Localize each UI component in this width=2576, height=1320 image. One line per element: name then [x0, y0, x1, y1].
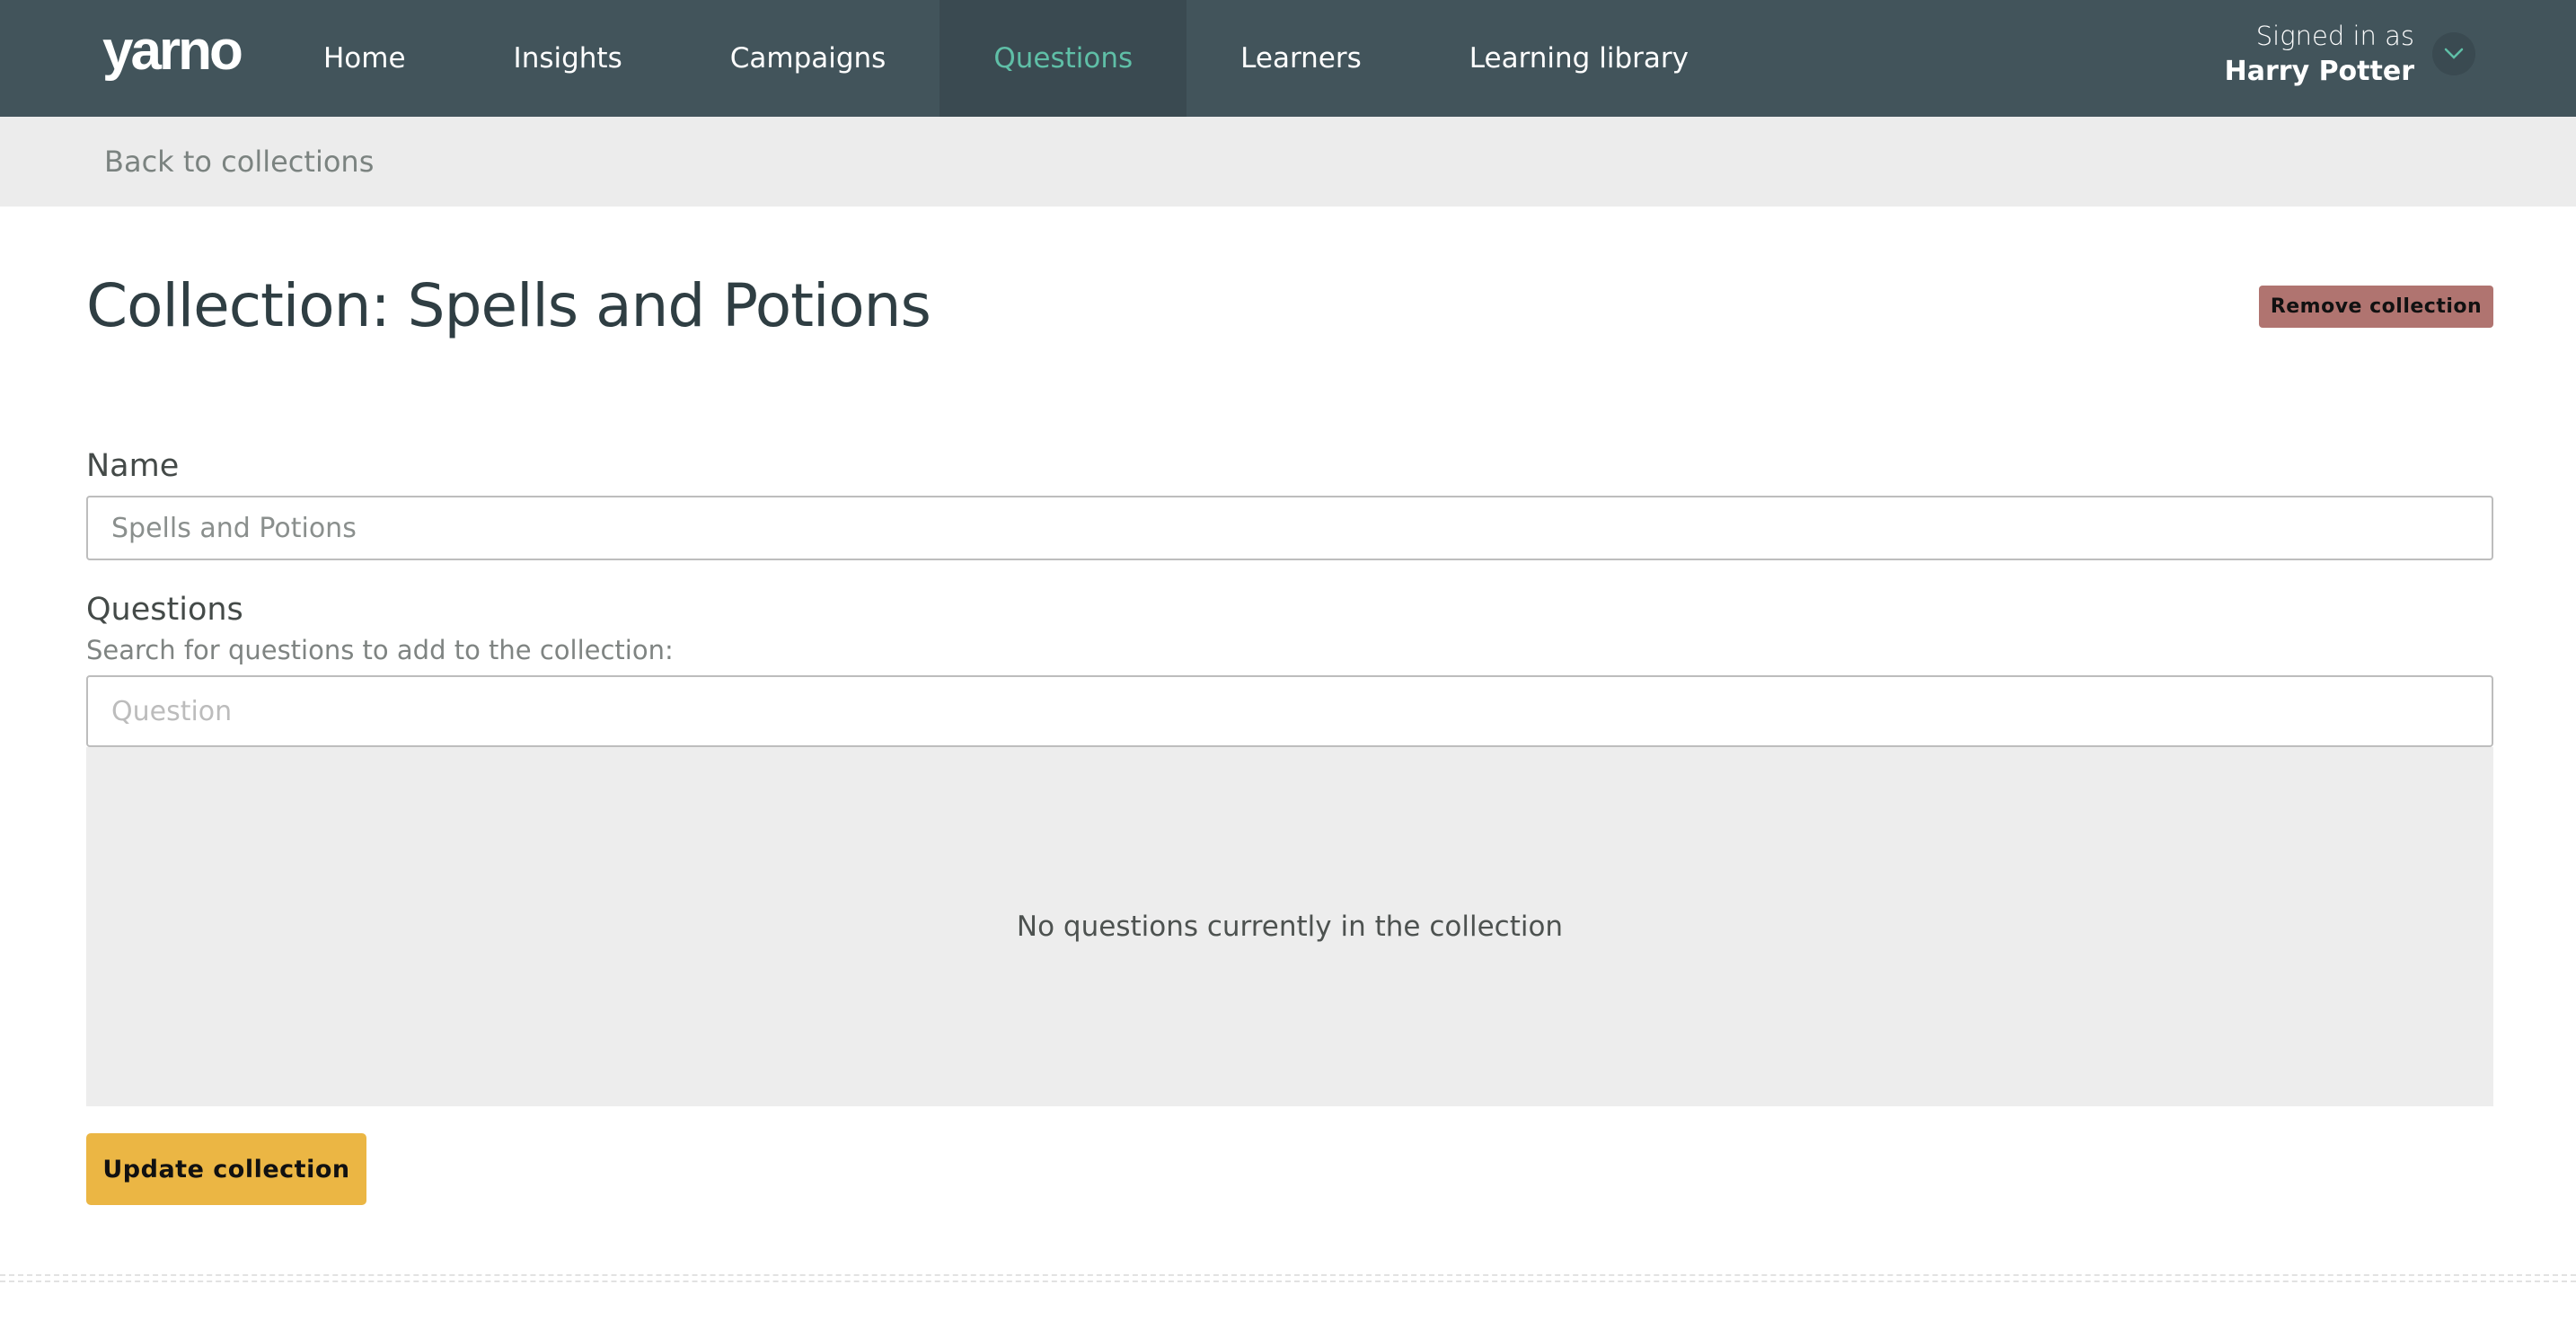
update-collection-button[interactable]: Update collection	[86, 1133, 366, 1205]
questions-help-text: Search for questions to add to the colle…	[86, 635, 674, 665]
signed-in-label: Signed in as	[2255, 21, 2414, 51]
top-navigation-bar: yarno Home Insights Campaigns Questions …	[0, 0, 2576, 117]
nav-item-insights[interactable]: Insights	[460, 0, 676, 117]
user-name: Harry Potter	[2224, 56, 2414, 87]
questions-list-empty: No questions currently in the collection	[86, 747, 2493, 1106]
remove-collection-button[interactable]: Remove collection	[2259, 286, 2493, 328]
questions-label: Questions	[86, 592, 243, 628]
nav-item-learners[interactable]: Learners	[1187, 0, 1416, 117]
footer-divider	[0, 1274, 2576, 1276]
nav-item-questions[interactable]: Questions	[940, 0, 1187, 117]
sub-navigation-bar: Back to collections	[0, 117, 2576, 207]
page-title: Collection: Spells and Potions	[86, 271, 931, 340]
footer-divider	[0, 1280, 2576, 1282]
user-info: Signed in as Harry Potter	[2225, 18, 2414, 90]
name-input[interactable]	[86, 496, 2493, 560]
nav-item-learning-library[interactable]: Learning library	[1416, 0, 1742, 117]
nav-item-home[interactable]: Home	[269, 0, 460, 117]
empty-message: No questions currently in the collection	[1016, 911, 1564, 943]
nav-item-campaigns[interactable]: Campaigns	[676, 0, 940, 117]
user-menu-button[interactable]	[2432, 32, 2475, 75]
question-search-input[interactable]	[86, 675, 2493, 747]
yarno-logo[interactable]: yarno	[102, 20, 243, 83]
back-to-collections-link[interactable]: Back to collections	[104, 142, 374, 181]
chevron-down-icon	[2444, 48, 2464, 59]
main-nav: Home Insights Campaigns Questions Learne…	[269, 0, 1742, 117]
name-label: Name	[86, 448, 180, 484]
